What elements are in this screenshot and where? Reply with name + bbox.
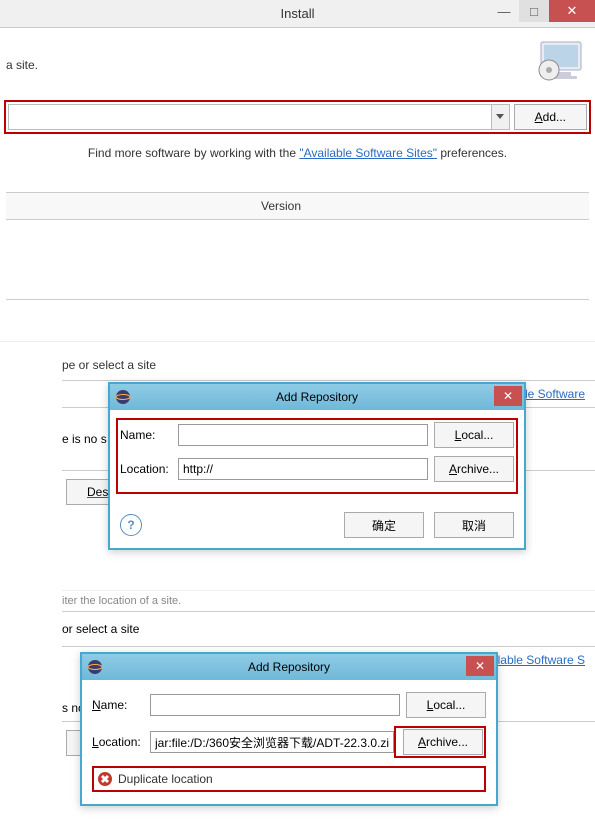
work-with-row: Add... bbox=[4, 100, 591, 134]
dialog-close-button[interactable]: ✕ bbox=[466, 656, 494, 676]
window-buttons: — □ ✕ bbox=[489, 0, 595, 22]
dialog-title: Add Repository bbox=[248, 660, 330, 674]
minimize-button[interactable]: — bbox=[489, 0, 519, 22]
local-button[interactable]: Local... bbox=[434, 422, 514, 448]
dialog-titlebar: Add Repository ✕ bbox=[110, 384, 524, 410]
location-hint-fragment: iter the location of a site. bbox=[62, 590, 595, 611]
name-input[interactable] bbox=[178, 424, 428, 446]
table-header: Version bbox=[6, 192, 589, 220]
work-with-combo[interactable] bbox=[8, 104, 510, 130]
add-repository-dialog: Add Repository ✕ Name: Local... Location… bbox=[108, 382, 526, 550]
error-text: Duplicate location bbox=[118, 772, 213, 786]
findmore-text: Find more software by working with the "… bbox=[6, 134, 589, 172]
eclipse-icon bbox=[114, 388, 132, 406]
dialog-title: Add Repository bbox=[276, 390, 358, 404]
location-label: Location: bbox=[92, 735, 150, 749]
site-hint-fragment: a site. bbox=[6, 28, 589, 80]
close-button[interactable]: ✕ bbox=[549, 0, 595, 22]
cancel-button[interactable]: 取消 bbox=[434, 512, 514, 538]
ok-button[interactable]: 确定 bbox=[344, 512, 424, 538]
select-site-fragment: pe or select a site bbox=[62, 350, 595, 381]
archive-button[interactable]: Archive... bbox=[434, 456, 514, 482]
error-row: ✖ Duplicate location bbox=[92, 766, 486, 792]
add-button[interactable]: Add... bbox=[514, 104, 587, 130]
chevron-down-icon[interactable] bbox=[491, 105, 509, 129]
archive-button[interactable]: Archive... bbox=[403, 729, 483, 755]
work-with-input[interactable] bbox=[9, 105, 491, 129]
dialog-close-button[interactable]: ✕ bbox=[494, 386, 522, 406]
location-input[interactable] bbox=[150, 731, 394, 753]
column-version: Version bbox=[6, 199, 301, 213]
dialog-titlebar: Add Repository ✕ bbox=[82, 654, 496, 680]
installer-icon bbox=[535, 40, 585, 85]
location-label: Location: bbox=[120, 462, 178, 476]
install-window-bg2: pe or select a site Find more software b… bbox=[0, 350, 595, 580]
eclipse-icon bbox=[86, 658, 104, 676]
install-window: Install — □ ✕ a site. Add... Fi bbox=[0, 0, 595, 342]
name-label: Name: bbox=[92, 698, 150, 712]
or-select-fragment: or select a site bbox=[62, 611, 595, 647]
table-body bbox=[6, 220, 589, 300]
titlebar: Install — □ ✕ bbox=[0, 0, 595, 28]
window-title: Install bbox=[281, 6, 315, 21]
install-window-bg3: iter the location of a site. or select a… bbox=[0, 590, 595, 822]
help-icon[interactable]: ? bbox=[120, 514, 142, 536]
local-button[interactable]: Local... bbox=[406, 692, 486, 718]
name-input[interactable] bbox=[150, 694, 400, 716]
location-input[interactable] bbox=[178, 458, 428, 480]
maximize-button[interactable]: □ bbox=[519, 0, 549, 22]
add-repository-dialog-err: Add Repository ✕ Name: Local... Location… bbox=[80, 652, 498, 806]
name-label: Name: bbox=[120, 428, 178, 442]
available-software-link[interactable]: "Available Software Sites" bbox=[299, 146, 437, 160]
error-icon: ✖ bbox=[98, 772, 112, 786]
